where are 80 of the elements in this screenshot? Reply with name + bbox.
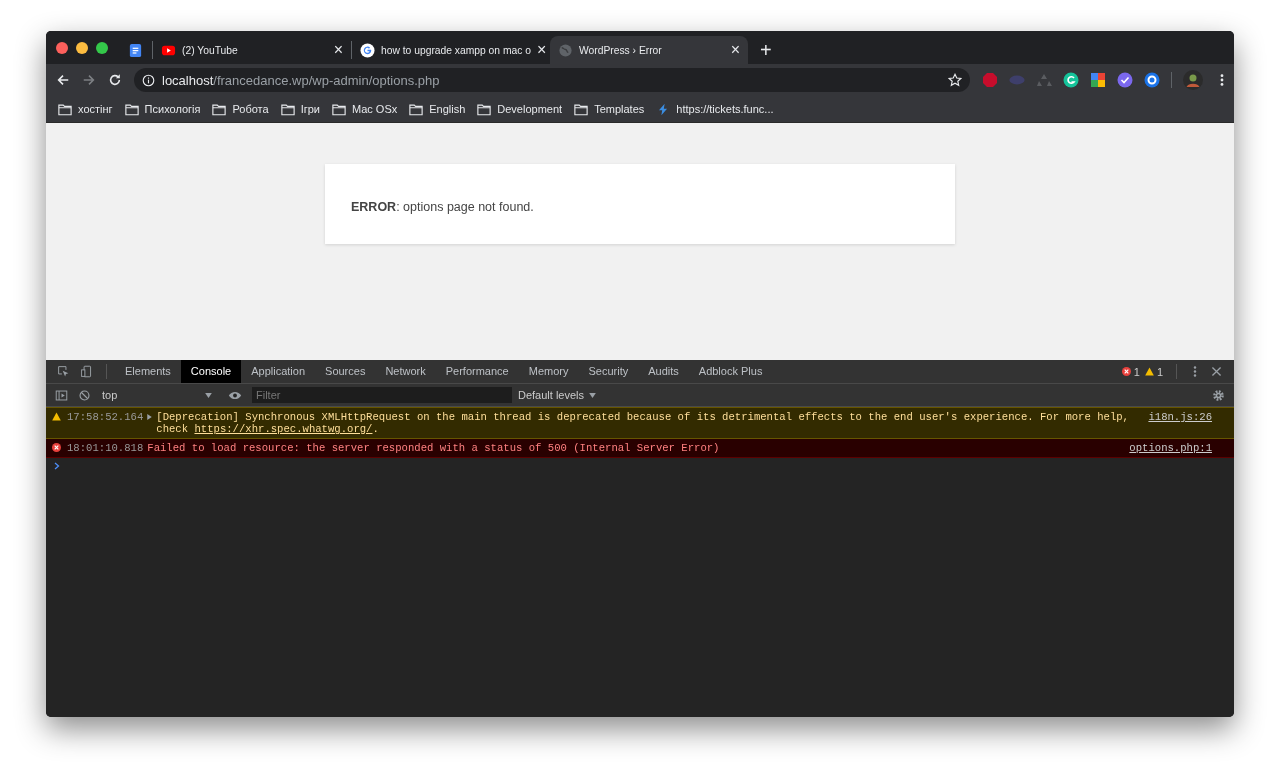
forward-icon[interactable] [82,73,96,87]
warning-icon [1144,367,1154,376]
bookmark[interactable]: Робота [212,102,269,116]
error-icon [1121,367,1131,376]
folder-icon [574,102,589,116]
devtools-tab[interactable]: Adblock Plus [688,360,773,383]
timestamp: 17:58:52.164 [67,411,144,423]
avatar[interactable] [1183,70,1203,90]
clear-icon[interactable] [78,388,91,402]
prompt-icon [54,462,60,470]
devtools-tab[interactable]: Security [578,360,639,383]
lifebuoy-icon[interactable] [1144,72,1160,88]
timestamp: 18:01:10.818 [67,442,144,454]
bookmark[interactable]: Development [477,102,563,116]
bookmark[interactable]: Ігри [280,102,320,116]
folder-icon [477,102,492,116]
source-link[interactable]: i18n.js:26 [1148,411,1212,423]
grid-icon[interactable] [1090,72,1106,88]
devtools-tab[interactable]: Sources [315,360,376,383]
folder-icon [58,102,72,116]
context-select[interactable]: top [102,389,212,401]
device-icon[interactable] [80,365,93,378]
settings-icon[interactable] [1212,388,1225,402]
error-count: 1 [1133,365,1140,378]
bookmark[interactable]: Templates [574,102,645,116]
devtools-tab[interactable]: Network [375,360,436,383]
folder-icon [280,102,295,116]
close-tab-button[interactable]: × [536,42,547,58]
browser-tab[interactable]: how to upgrade xampp on mac o × [352,36,550,64]
link[interactable]: https://xhr.spec.whatwg.org/ [194,423,373,435]
message-text: Failed to load resource: the server responded with a status of 500 (Internal Server Error) [147,442,721,454]
info-icon [142,73,155,87]
close-tab-button[interactable]: × [730,42,740,58]
source-link[interactable]: options.php:1 [1129,442,1212,454]
eye-icon[interactable] [228,390,242,400]
warning-count: 1 [1156,365,1163,378]
levels-dropdown[interactable]: Default levels [518,389,597,401]
bookmark[interactable]: Психологія [124,102,201,116]
devtools-tab[interactable]: Console [180,360,242,383]
folder-icon [212,102,227,116]
zoom-window-button[interactable] [96,41,108,54]
inspect-icon[interactable] [57,365,70,378]
document-icon [128,42,143,58]
browser-tab[interactable]: WordPress › Error × [550,36,748,64]
warning-icon [52,412,61,421]
star-icon[interactable] [948,73,962,87]
devtools-tab[interactable]: Audits [638,360,689,383]
check-icon[interactable] [1117,72,1133,88]
folder-icon [409,102,424,116]
reload-icon[interactable] [108,73,122,87]
error-message: ERROR: options page not found. [351,200,535,214]
filter-field[interactable]: Filter [252,387,512,403]
caret-icon [589,392,597,398]
caret-icon [205,392,212,398]
address-bar[interactable]: localhost/francedance.wp/wp-admin/options.php [134,68,970,92]
bookmark[interactable]: English [409,102,466,116]
browser-tab[interactable]: (2) YouTube × [153,36,351,64]
folder-icon [332,102,346,116]
folder-icon [124,102,139,116]
new-tab-button[interactable]: + [760,39,772,60]
devtools-tab[interactable]: Performance [435,360,519,383]
expand-icon[interactable] [147,414,153,420]
google-icon [360,42,375,58]
error-icon [52,443,61,452]
message-text: [Deprecation] Synchronous XMLHttpRequest on the main thread is deprecated because of its detrimental effects to the end user's experience. For more help, check https://xhr.spec.whatwg.org/. [156,411,1130,435]
close-tab-button[interactable]: × [333,42,343,58]
bookmark[interactable]: https://tickets.func... [656,102,774,116]
devtools-tab[interactable]: Application [241,360,316,383]
close-icon[interactable] [1210,365,1223,378]
globe-icon [558,42,573,58]
more-icon[interactable] [1193,365,1197,378]
bookmark[interactable]: Mac OSx [332,102,398,116]
sidebar-toggle-icon[interactable] [55,388,68,402]
minimize-window-button[interactable] [76,41,88,54]
devtools-tab[interactable]: Memory [518,360,579,383]
devtools-tab[interactable]: Elements [115,360,181,383]
menu-icon[interactable] [1220,73,1224,87]
close-window-button[interactable] [56,41,68,54]
bookmark[interactable]: хостінг [58,102,113,116]
back-icon[interactable] [56,73,70,87]
